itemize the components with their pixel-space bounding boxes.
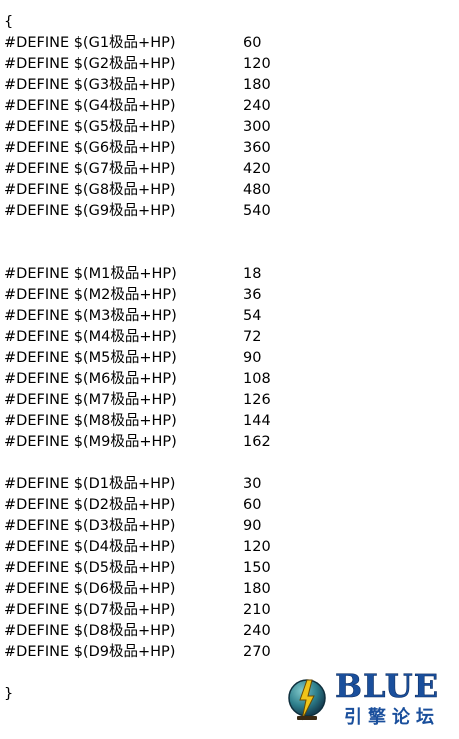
define-name: #DEFINE $(D7极品+HP) [4,602,176,618]
code-listing: { #DEFINE $(G1极品+HP) 60 #DEFINE $(G2极品+HP… [4,12,334,705]
define-value: 90 [243,518,262,534]
open-brace: { [4,14,14,30]
define-name: #DEFINE $(G4极品+HP) [4,98,176,114]
define-value: 180 [243,581,271,597]
define-name: #DEFINE $(D1极品+HP) [4,476,176,492]
define-name: #DEFINE $(M6极品+HP) [4,371,177,387]
define-name: #DEFINE $(G8极品+HP) [4,182,176,198]
define-name: #DEFINE $(D6极品+HP) [4,581,176,597]
define-line: #DEFINE $(G4极品+HP) 240 [4,96,334,117]
define-value: 162 [243,434,271,450]
define-line: #DEFINE $(D5极品+HP) 150 [4,558,334,579]
define-name: #DEFINE $(M5极品+HP) [4,350,177,366]
define-line: #DEFINE $(M1极品+HP) 18 [4,264,334,285]
define-value: 108 [243,371,271,387]
define-value: 150 [243,560,271,576]
open-brace-line: { [4,12,334,33]
define-line: #DEFINE $(M5极品+HP) 90 [4,348,334,369]
define-line: #DEFINE $(G3极品+HP) 180 [4,75,334,96]
define-line: #DEFINE $(D3极品+HP) 90 [4,516,334,537]
define-name: #DEFINE $(G7极品+HP) [4,161,176,177]
define-name: #DEFINE $(M8极品+HP) [4,413,177,429]
define-line: #DEFINE $(D6极品+HP) 180 [4,579,334,600]
define-value: 30 [243,476,262,492]
close-brace: } [4,686,14,702]
define-value: 60 [243,497,262,513]
define-value: 540 [243,203,271,219]
define-line: #DEFINE $(M2极品+HP) 36 [4,285,334,306]
define-line: #DEFINE $(G6极品+HP) 360 [4,138,334,159]
define-name: #DEFINE $(D2极品+HP) [4,497,176,513]
define-line: #DEFINE $(M7极品+HP) 126 [4,390,334,411]
define-value: 360 [243,140,271,156]
define-value: 270 [243,644,271,660]
define-value: 60 [243,35,262,51]
define-line: #DEFINE $(G2极品+HP) 120 [4,54,334,75]
watermark-title: BLUE [335,667,440,705]
define-value: 18 [243,266,262,282]
define-value: 54 [243,308,262,324]
define-value: 300 [243,119,271,135]
define-line: #DEFINE $(D9极品+HP) 270 [4,642,334,663]
define-line: #DEFINE $(D4极品+HP) 120 [4,537,334,558]
define-line: #DEFINE $(D1极品+HP) 30 [4,474,334,495]
define-value: 210 [243,602,271,618]
define-value: 240 [243,623,271,639]
define-line: #DEFINE $(M9极品+HP) 162 [4,432,334,453]
watermark-subtitle: 引擎论坛 [344,707,440,728]
define-line: #DEFINE $(M4极品+HP) 72 [4,327,334,348]
define-value: 480 [243,182,271,198]
define-value: 180 [243,77,271,93]
define-value: 120 [243,539,271,555]
define-name: #DEFINE $(G1极品+HP) [4,35,176,51]
define-name: #DEFINE $(D9极品+HP) [4,644,176,660]
define-line: #DEFINE $(D7极品+HP) 210 [4,600,334,621]
define-name: #DEFINE $(M7极品+HP) [4,392,177,408]
define-value: 90 [243,350,262,366]
define-line: #DEFINE $(G1极品+HP) 60 [4,33,334,54]
define-line: #DEFINE $(M3极品+HP) 54 [4,306,334,327]
watermark-logo: BLUE 引擎论坛 [282,668,456,736]
define-line: #DEFINE $(D2极品+HP) 60 [4,495,334,516]
define-name: #DEFINE $(G3极品+HP) [4,77,176,93]
define-line: #DEFINE $(G7极品+HP) 420 [4,159,334,180]
define-name: #DEFINE $(G2极品+HP) [4,56,176,72]
define-name: #DEFINE $(D5极品+HP) [4,560,176,576]
define-line: #DEFINE $(D8极品+HP) 240 [4,621,334,642]
define-name: #DEFINE $(M2极品+HP) [4,287,177,303]
define-name: #DEFINE $(D8极品+HP) [4,623,176,639]
define-name: #DEFINE $(G9极品+HP) [4,203,176,219]
define-group-d: #DEFINE $(D1极品+HP) 30 #DEFINE $(D2极品+HP) 6… [4,474,334,663]
define-name: #DEFINE $(G6极品+HP) [4,140,176,156]
define-value: 126 [243,392,271,408]
define-name: #DEFINE $(M3极品+HP) [4,308,177,324]
define-name: #DEFINE $(M1极品+HP) [4,266,177,282]
define-name: #DEFINE $(M9极品+HP) [4,434,177,450]
define-value: 36 [243,287,262,303]
define-line: #DEFINE $(M8极品+HP) 144 [4,411,334,432]
define-value: 420 [243,161,271,177]
define-name: #DEFINE $(G5极品+HP) [4,119,176,135]
define-value: 120 [243,56,271,72]
define-line: #DEFINE $(G5极品+HP) 300 [4,117,334,138]
define-name: #DEFINE $(D4极品+HP) [4,539,176,555]
define-line: #DEFINE $(M6极品+HP) 108 [4,369,334,390]
define-group-m: #DEFINE $(M1极品+HP) 18 #DEFINE $(M2极品+HP) 3… [4,264,334,453]
define-value: 144 [243,413,271,429]
define-name: #DEFINE $(M4极品+HP) [4,329,177,345]
blue-engine-logo-icon [288,679,326,721]
define-name: #DEFINE $(D3极品+HP) [4,518,176,534]
define-value: 240 [243,98,271,114]
define-line: #DEFINE $(G9极品+HP) 540 [4,201,334,222]
define-value: 72 [243,329,262,345]
define-line: #DEFINE $(G8极品+HP) 480 [4,180,334,201]
define-group-g: #DEFINE $(G1极品+HP) 60 #DEFINE $(G2极品+HP) 1… [4,33,334,222]
